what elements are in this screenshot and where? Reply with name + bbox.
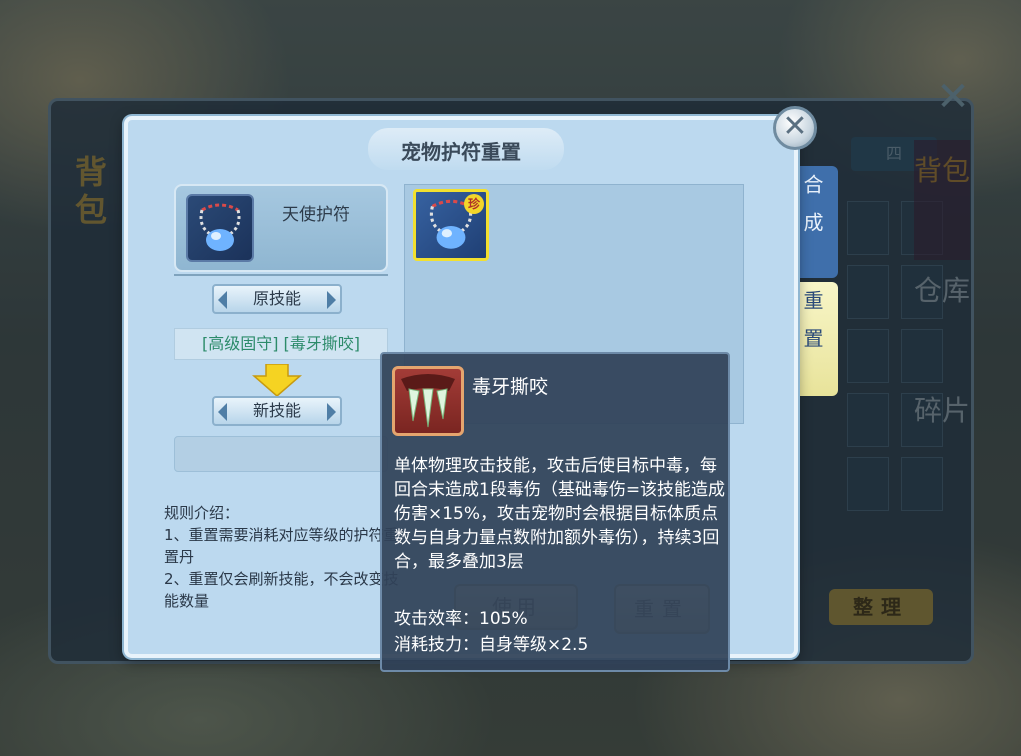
amulet-icon bbox=[199, 203, 241, 251]
new-skills-box bbox=[174, 436, 388, 472]
rare-badge: 珍 bbox=[464, 194, 484, 214]
tooltip-cost: 消耗技力：自身等级×2.5 bbox=[394, 635, 589, 655]
orig-skill-label: 原技能 bbox=[212, 284, 342, 314]
new-skill-label: 新技能 bbox=[212, 396, 342, 426]
selected-amulet-slot[interactable]: 珍 bbox=[413, 189, 489, 261]
rule-1: 1、重置需要消耗对应等级的护符重置丹 bbox=[164, 526, 399, 566]
dialog-title: 宠物护符重置 bbox=[401, 140, 521, 164]
tooltip-description: 单体物理攻击技能，攻击后使目标中毒，每回合末造成1段毒伤（基础毒伤=该技能造成伤… bbox=[394, 456, 726, 572]
fang-icon bbox=[401, 374, 455, 428]
tooltip-title: 毒牙撕咬 bbox=[472, 376, 549, 398]
tooltip-efficiency: 攻击效率：105% bbox=[394, 609, 528, 629]
orig-skills-list: [高级固守] [毒牙撕咬] bbox=[174, 328, 388, 360]
rules-title: 规则介绍： bbox=[164, 504, 240, 522]
amulet-card[interactable]: 天使护符 bbox=[174, 184, 388, 272]
rules-section: 规则介绍： 1、重置需要消耗对应等级的护符重置丹 2、重置仅会刷新技能，不会改变… bbox=[164, 502, 404, 612]
rule-2: 2、重置仅会刷新技能，不会改变技能数量 bbox=[164, 570, 399, 610]
divider bbox=[174, 274, 388, 276]
close-icon[interactable]: ✕ bbox=[773, 106, 817, 150]
skill-tooltip: 毒牙撕咬 单体物理攻击技能，攻击后使目标中毒，每回合末造成1段毒伤（基础毒伤=该… bbox=[380, 352, 730, 672]
amulet-slot[interactable] bbox=[186, 194, 254, 262]
amulet-name: 天使护符 bbox=[282, 205, 350, 225]
arrow-down-icon bbox=[252, 364, 302, 396]
skill-icon-fang bbox=[392, 366, 464, 436]
